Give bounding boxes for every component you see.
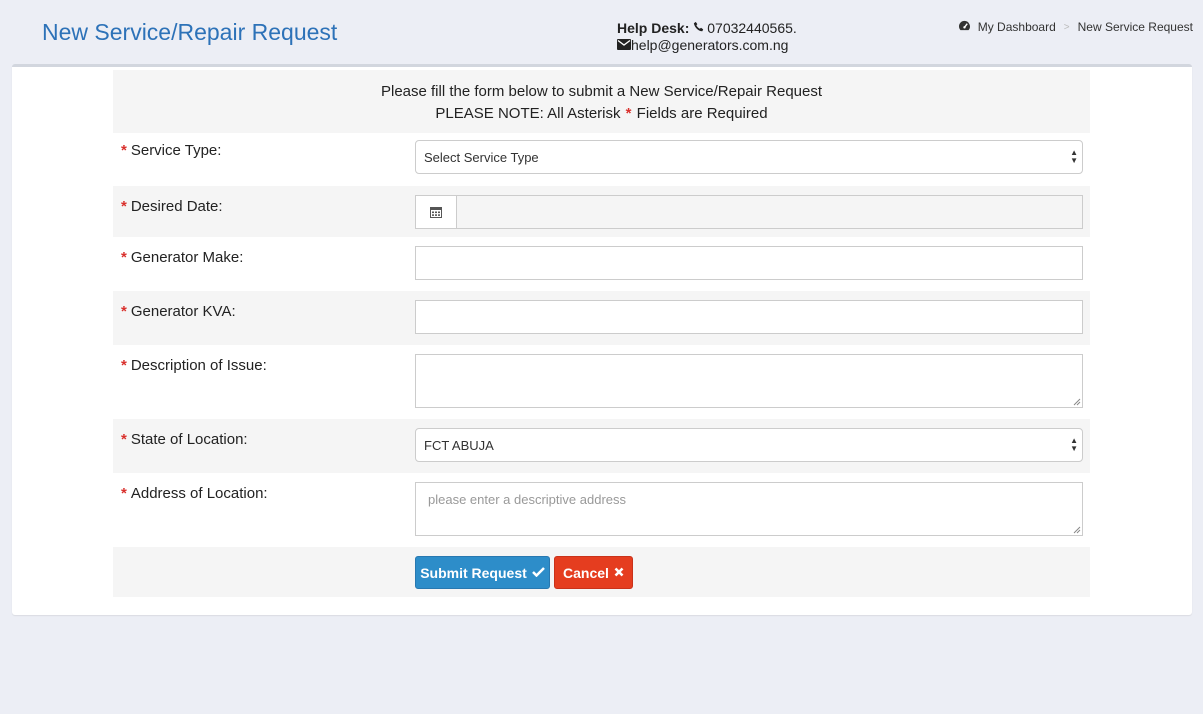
cancel-label: Cancel <box>563 564 609 581</box>
intro-line-1: Please fill the form below to submit a N… <box>380 83 823 100</box>
form-panel: Please fill the form below to submit a N… <box>12 64 1192 615</box>
row-address: * Address of Location: please enter a des… <box>113 473 1090 547</box>
service-type-value: Select Service Type <box>424 150 539 165</box>
label-desired-date: * Desired Date: <box>121 198 223 215</box>
desired-date-group <box>415 195 1083 229</box>
service-type-select[interactable]: Select Service Type ▲ ▼ <box>415 140 1083 174</box>
address-placeholder: please enter a descriptive address <box>428 492 627 507</box>
page-title: New Service/Repair Request <box>42 19 338 45</box>
row-desired-date: * Desired Date: <box>113 186 1090 237</box>
breadcrumb-dashboard[interactable]: My Dashboard <box>978 20 1056 34</box>
description-textarea[interactable] <box>415 354 1083 408</box>
header: New Service/Repair Request Help Desk: 07… <box>0 0 1203 64</box>
row-state: * State of Location: FCT ABUJA ▲ ▼ <box>113 419 1090 473</box>
generator-make-input[interactable] <box>415 246 1083 280</box>
row-service-type: * Service Type: Select Service Type ▲ ▼ <box>113 133 1090 186</box>
required-marker: * <box>121 357 127 374</box>
generator-kva-input[interactable] <box>415 300 1083 334</box>
label-text: Description of Issue: <box>130 357 267 374</box>
resize-grip-icon[interactable] <box>1073 526 1081 534</box>
helpdesk-info: Help Desk: 07032440565. help@generators.… <box>617 20 797 54</box>
required-marker: * <box>121 198 127 215</box>
row-generator-kva: * Generator KVA: <box>113 291 1090 345</box>
state-select[interactable]: FCT ABUJA ▲ ▼ <box>415 428 1083 462</box>
label-text: Service Type: <box>130 142 222 159</box>
cancel-button[interactable]: Cancel <box>554 556 633 589</box>
breadcrumb-separator: > <box>1063 21 1070 33</box>
label-address: * Address of Location: <box>121 485 268 502</box>
breadcrumb: My Dashboard > New Service Request <box>958 20 1193 34</box>
required-marker: * <box>121 485 127 502</box>
dashboard-icon <box>958 20 972 34</box>
label-state: * State of Location: <box>121 431 248 448</box>
label-text: Desired Date: <box>130 198 223 215</box>
close-icon <box>614 565 624 580</box>
label-generator-kva: * Generator KVA: <box>121 303 236 320</box>
breadcrumb-current: New Service Request <box>1077 20 1193 34</box>
label-generator-make: * Generator Make: <box>121 249 243 266</box>
submit-label: Submit Request <box>420 564 527 581</box>
desired-date-input[interactable] <box>457 195 1083 229</box>
check-icon <box>531 565 545 580</box>
required-marker: * <box>121 303 127 320</box>
label-text: Generator KVA: <box>130 303 236 320</box>
envelope-icon <box>617 37 631 54</box>
address-textarea[interactable]: please enter a descriptive address <box>415 482 1083 536</box>
required-marker: * <box>121 249 127 266</box>
label-text: Address of Location: <box>130 485 268 502</box>
state-value: FCT ABUJA <box>424 438 494 453</box>
intro-note-prefix: PLEASE NOTE: All Asterisk <box>435 105 621 122</box>
select-arrows-icon: ▲ ▼ <box>1070 436 1078 453</box>
label-service-type: * Service Type: <box>121 142 221 159</box>
submit-request-button[interactable]: Submit Request <box>415 556 550 589</box>
form-intro: Please fill the form below to submit a N… <box>113 70 1090 133</box>
helpdesk-label: Help Desk: <box>617 20 690 36</box>
label-description: * Description of Issue: <box>121 357 267 374</box>
intro-note-suffix: Fields are Required <box>636 105 768 122</box>
intro-line-2: PLEASE NOTE: All Asterisk * Fields are R… <box>113 103 1090 125</box>
service-request-form: Please fill the form below to submit a N… <box>113 70 1090 597</box>
required-marker: * <box>121 142 127 159</box>
row-description: * Description of Issue: <box>113 345 1090 419</box>
phone-icon <box>693 20 707 37</box>
row-generator-make: * Generator Make: <box>113 237 1090 291</box>
calendar-icon[interactable] <box>415 195 457 229</box>
row-actions: Submit Request Cancel <box>113 547 1090 597</box>
resize-grip-icon[interactable] <box>1073 398 1081 406</box>
select-arrows-icon: ▲ ▼ <box>1070 148 1078 165</box>
required-marker: * <box>121 431 127 448</box>
label-text: Generator Make: <box>130 249 244 266</box>
intro-asterisk: * <box>625 105 632 122</box>
label-text: State of Location: <box>130 431 248 448</box>
helpdesk-email[interactable]: help@generators.com.ng <box>631 37 788 53</box>
helpdesk-phone: 07032440565. <box>707 20 797 36</box>
